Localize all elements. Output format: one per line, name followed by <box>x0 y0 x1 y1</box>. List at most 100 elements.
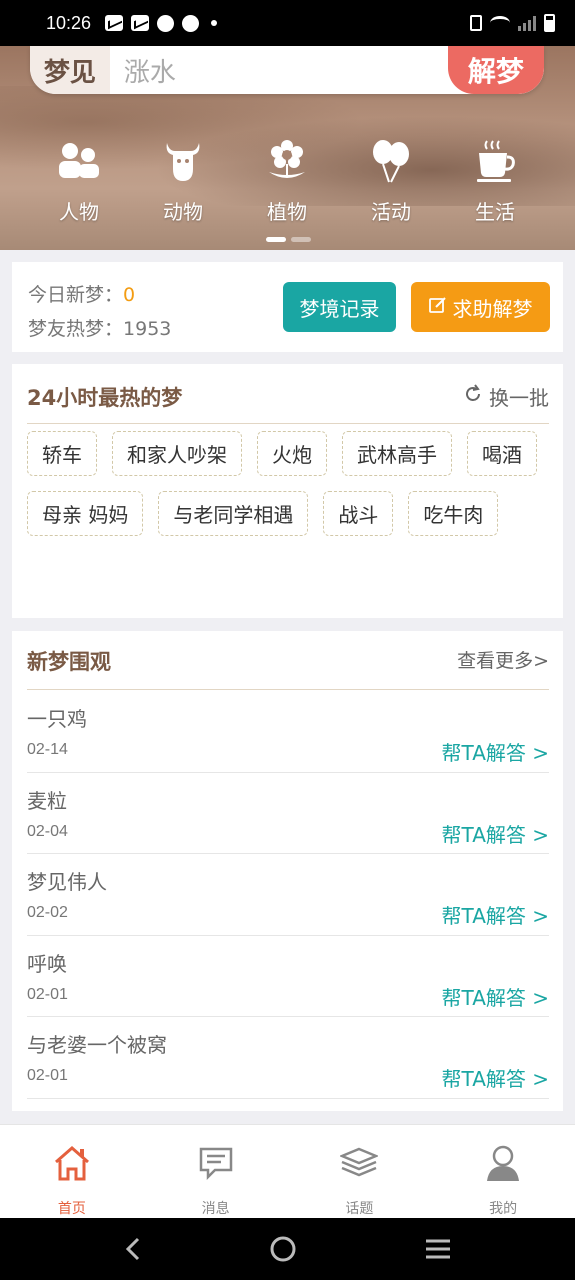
hot-tag[interactable]: 和家人吵架 <box>112 431 242 476</box>
tab-label: 首页 <box>57 1201 86 1217</box>
new-dreams-section: 新梦围观 查看更多> 一只鸡 02-14 帮TA解答 > 麦粒 02-04 帮T… <box>12 631 563 1111</box>
today-count: 0 <box>123 284 136 306</box>
category-label: 生活 <box>475 200 515 224</box>
list-item[interactable]: 呼唤 02-01 帮TA解答 > <box>27 936 549 1017</box>
back-icon[interactable] <box>123 1236 143 1262</box>
coffee-cup-icon <box>472 138 518 184</box>
refresh-button[interactable]: 换一批 <box>463 382 549 411</box>
more-notifications-icon <box>211 20 218 26</box>
search-input[interactable] <box>109 46 448 94</box>
tab-me[interactable]: 我的 <box>431 1125 575 1218</box>
category-plants[interactable]: 植物 <box>235 138 339 225</box>
dream-date: 02-04 <box>27 822 68 840</box>
message-icon <box>197 1143 235 1182</box>
hot-tag[interactable]: 火炮 <box>257 431 327 476</box>
section-title: 新梦围观 <box>27 650 111 674</box>
today-label: 今日新梦： <box>28 284 124 306</box>
list-item[interactable]: 梦见伟人 02-02 帮TA解答 > <box>27 854 549 936</box>
view-more-link[interactable]: 查看更多> <box>457 646 549 673</box>
hot-tag[interactable]: 轿车 <box>27 431 97 476</box>
list-item[interactable]: 与老婆一个被窝 02-01 帮TA解答 > <box>27 1017 549 1099</box>
tab-topics[interactable]: 话题 <box>288 1125 432 1218</box>
dream-title: 呼唤 <box>27 951 67 976</box>
wifi-icon <box>490 16 510 30</box>
tab-label: 话题 <box>345 1201 374 1217</box>
help-answer-link[interactable]: 帮TA解答 > <box>442 819 549 848</box>
category-row: 人物 动物 植物 活动 生活 <box>27 138 547 225</box>
hot-tag[interactable]: 母亲 妈妈 <box>27 491 144 536</box>
hot-dreams-count: 梦友热梦：1953 <box>28 314 171 341</box>
recents-menu-icon[interactable] <box>424 1238 452 1260</box>
category-label: 植物 <box>267 200 307 224</box>
tab-messages[interactable]: 消息 <box>144 1125 288 1218</box>
banner: 梦见 解梦 人物 动物 植物 活动 <box>0 46 575 250</box>
people-icon <box>56 138 102 184</box>
cow-icon <box>160 138 206 184</box>
system-nav-bar <box>0 1218 575 1280</box>
hot-tags: 轿车 和家人吵架 火炮 武林高手 喝酒 母亲 妈妈 与老同学相遇 战斗 吃牛肉 <box>27 431 557 536</box>
ask-interpretation-label: 求助解梦 <box>452 296 533 321</box>
refresh-icon <box>463 384 483 409</box>
balloons-icon <box>368 138 414 184</box>
dream-title: 与老婆一个被窝 <box>27 1033 167 1057</box>
hot-tag[interactable]: 吃牛肉 <box>408 491 499 536</box>
speedometer-icon <box>157 14 175 32</box>
search-bar: 梦见 解梦 <box>30 46 544 94</box>
dream-record-button[interactable]: 梦境记录 <box>283 282 396 332</box>
layers-icon <box>340 1143 379 1182</box>
dream-date: 02-02 <box>27 904 68 921</box>
ask-interpretation-button[interactable]: 求助解梦 <box>411 282 550 332</box>
hot-count: 1953 <box>123 318 172 340</box>
stats-card: 今日新梦：0 梦友热梦：1953 梦境记录 求助解梦 <box>12 262 563 352</box>
dream-date: 02-14 <box>27 741 68 758</box>
dream-title: 梦见伟人 <box>27 870 107 894</box>
category-life[interactable]: 生活 <box>443 138 547 225</box>
flower-icon <box>264 138 310 184</box>
status-time: 10:26 <box>46 12 92 33</box>
dream-date: 02-01 <box>27 985 68 1003</box>
home-circle-icon[interactable] <box>269 1235 297 1263</box>
category-people[interactable]: 人物 <box>27 138 131 225</box>
notification-icon <box>131 15 150 31</box>
help-answer-link[interactable]: 帮TA解答 > <box>442 737 549 766</box>
user-icon <box>484 1143 522 1182</box>
help-answer-link[interactable]: 帮TA解答 > <box>442 1063 549 1092</box>
list-item[interactable]: 麦粒 02-04 帮TA解答 > <box>27 773 549 854</box>
dream-date: 02-01 <box>27 1067 68 1084</box>
category-activities[interactable]: 活动 <box>339 138 443 225</box>
tab-label: 我的 <box>489 1201 518 1217</box>
new-dreams-list: 一只鸡 02-14 帮TA解答 > 麦粒 02-04 帮TA解答 > 梦见伟人 … <box>27 691 549 1099</box>
section-header: 24小时最热的梦 换一批 <box>27 382 549 424</box>
bottom-tab-bar: 首页 消息 话题 我的 <box>0 1124 575 1218</box>
help-answer-link[interactable]: 帮TA解答 > <box>442 900 549 929</box>
section-title: 24小时最热的梦 <box>27 386 183 410</box>
tab-home[interactable]: 首页 <box>0 1125 144 1218</box>
search-button[interactable]: 解梦 <box>447 46 544 94</box>
category-label: 人物 <box>59 200 99 224</box>
category-label: 活动 <box>371 200 411 224</box>
status-bar: 10:26 <box>0 0 575 46</box>
hot-tag[interactable]: 与老同学相遇 <box>158 491 309 536</box>
battery-icon <box>544 14 555 32</box>
section-header: 新梦围观 查看更多> <box>27 646 549 690</box>
hot-tag[interactable]: 战斗 <box>323 491 394 536</box>
today-new-dreams: 今日新梦：0 <box>28 280 135 307</box>
edit-icon <box>428 295 447 319</box>
category-label: 动物 <box>163 200 203 224</box>
dream-title: 一只鸡 <box>27 707 87 731</box>
signal-icon <box>518 15 536 31</box>
pager-dot <box>266 237 286 242</box>
hot-label: 梦友热梦： <box>28 318 124 340</box>
category-animals[interactable]: 动物 <box>131 138 235 225</box>
pager-dot <box>291 237 311 242</box>
tab-label: 消息 <box>201 1201 230 1217</box>
help-answer-link[interactable]: 帮TA解答 > <box>442 982 549 1011</box>
list-item[interactable]: 一只鸡 02-14 帮TA解答 > <box>27 691 549 773</box>
notification-icon <box>105 15 124 31</box>
hot-dreams-section: 24小时最热的梦 换一批 轿车 和家人吵架 火炮 武林高手 喝酒 母亲 妈妈 与… <box>12 364 563 618</box>
hot-tag[interactable]: 喝酒 <box>467 431 537 476</box>
search-prefix-label: 梦见 <box>30 46 110 94</box>
refresh-label: 换一批 <box>489 386 549 410</box>
hot-tag[interactable]: 武林高手 <box>342 431 452 476</box>
home-icon <box>53 1143 91 1182</box>
